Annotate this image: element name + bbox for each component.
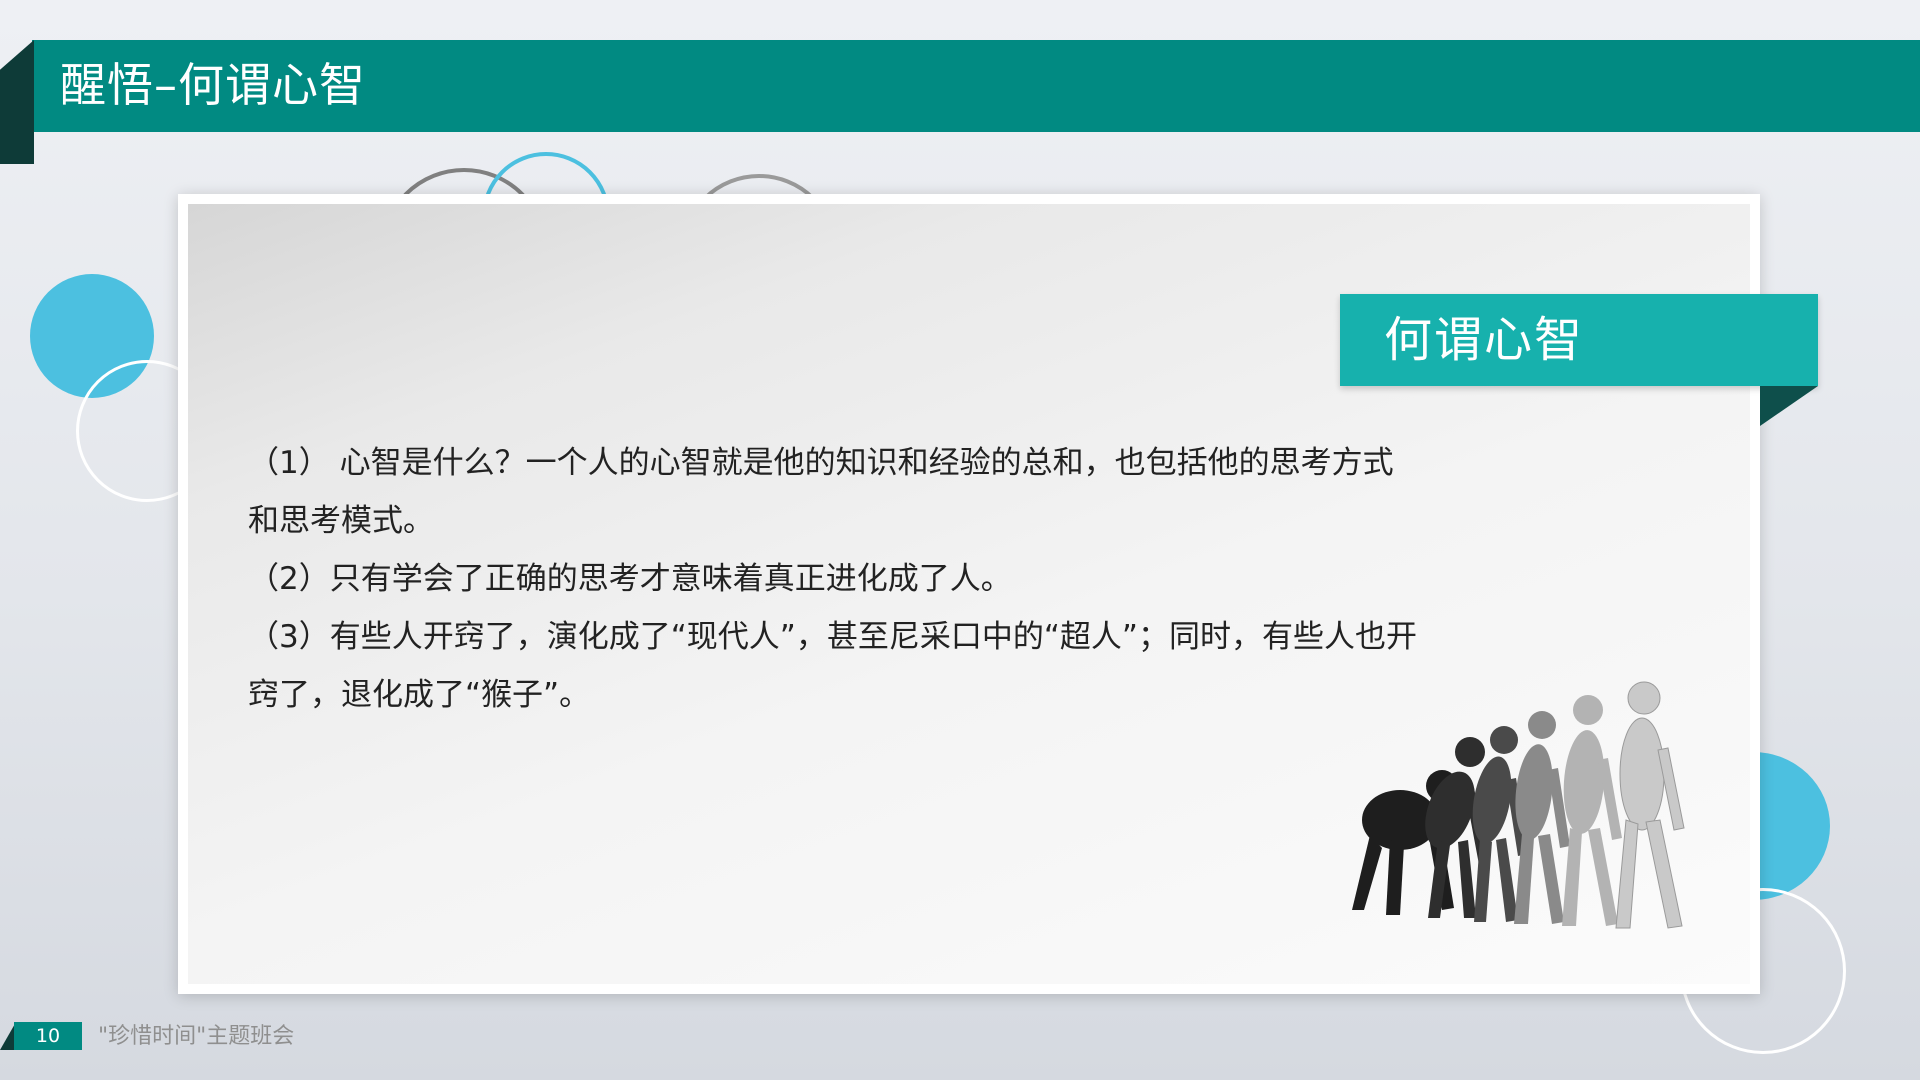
paragraph-2: （2）只有学会了正确的思考才意味着真正进化成了人。	[248, 561, 1012, 597]
header-fold	[0, 40, 34, 164]
paragraph-1: （1） 心智是什么？一个人的心智就是他的知识和经验的总和，也包括他的思考方式和思…	[248, 445, 1394, 539]
body-text: （1） 心智是什么？一个人的心智就是他的知识和经验的总和，也包括他的思考方式和思…	[248, 434, 1418, 724]
page-title: 醒悟–何谓心智	[60, 58, 366, 112]
footer-title: "珍惜时间"主题班会	[98, 1024, 295, 1049]
section-tag-fold	[1760, 386, 1818, 426]
evolution-figure-4	[1514, 711, 1570, 924]
paragraph-3: （3）有些人开窍了，演化成了“现代人”，甚至尼采口中的“超人”；同时，有些人也开…	[248, 619, 1417, 713]
human-evolution-icon	[1352, 681, 1685, 929]
evolution-figure-human	[1615, 681, 1685, 929]
evolution-figure-5	[1562, 695, 1622, 926]
section-tag-title: 何谓心智	[1384, 312, 1585, 368]
page-number: 10	[14, 1022, 82, 1050]
